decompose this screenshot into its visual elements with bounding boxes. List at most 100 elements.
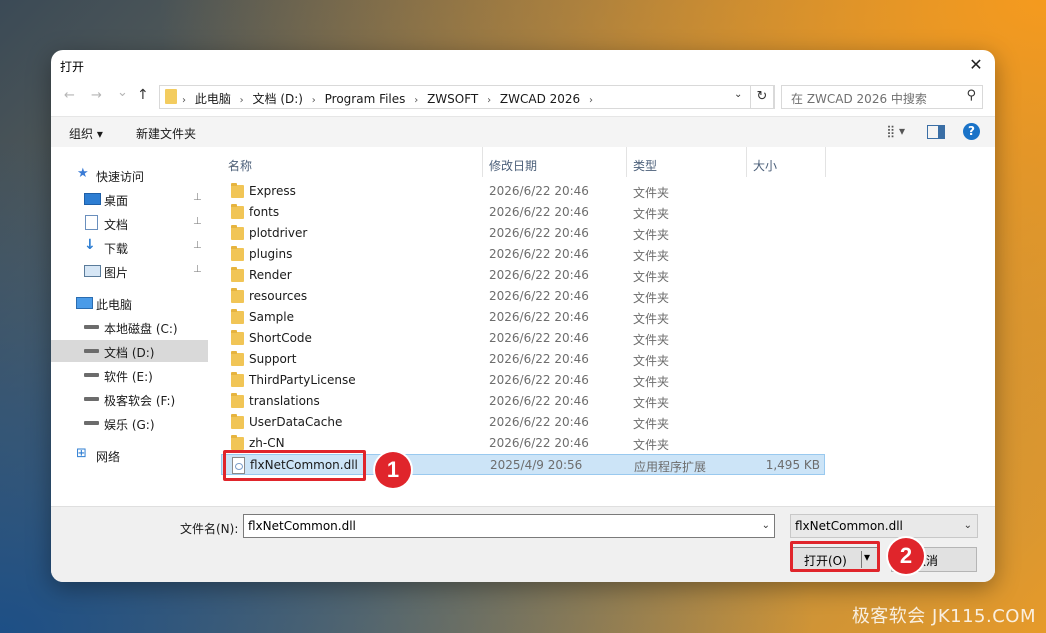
file-date: 2026/6/22 20:46 [489, 436, 589, 450]
drive-icon [84, 349, 99, 353]
back-icon[interactable]: ← [64, 88, 75, 103]
column-type-label: 类型 [633, 159, 658, 173]
table-row[interactable]: resources 2026/6/22 20:46 文件夹 [221, 286, 825, 307]
command-bar: 组织 ▾ 新建文件夹 ⣿ ▾ ? [51, 116, 995, 147]
folder-icon [231, 393, 244, 408]
address-dropdown-icon[interactable]: ⌄ [734, 89, 742, 100]
folder-icon [165, 89, 177, 104]
table-row[interactable]: fonts 2026/6/22 20:46 文件夹 [221, 202, 825, 223]
filetype-value: flxNetCommon.dll [795, 519, 903, 533]
pin-icon[interactable]: ⊥ [193, 264, 202, 275]
document-icon [85, 215, 98, 230]
search-icon: ⚲ [966, 88, 976, 103]
search-placeholder: 在 ZWCAD 2026 中搜索 [791, 92, 927, 106]
table-row[interactable]: Sample 2026/6/22 20:46 文件夹 [221, 307, 825, 328]
sidebar-item-drive-d[interactable]: 文档 (D:) [51, 340, 208, 362]
drive-icon [84, 397, 99, 401]
filetype-select[interactable]: flxNetCommon.dll ⌄ [790, 514, 978, 538]
file-type: 文件夹 [633, 207, 670, 221]
table-row[interactable]: translations 2026/6/22 20:46 文件夹 [221, 391, 825, 412]
forward-icon[interactable]: → [91, 88, 102, 103]
pin-icon[interactable]: ⊥ [193, 240, 202, 251]
callout-badge-2: 2 [888, 538, 924, 574]
callout-highlight-open [790, 541, 880, 572]
open-file-dialog: 打开 ✕ ← → ⌄ ↑ › 此电脑 › 文档 (D:) › Program F… [51, 50, 995, 582]
folder-icon [231, 435, 244, 450]
computer-icon [76, 297, 93, 309]
sidebar-item-drive-e[interactable]: 软件 (E:) [51, 364, 208, 386]
table-row[interactable]: Support 2026/6/22 20:46 文件夹 [221, 349, 825, 370]
pin-icon[interactable]: ⊥ [193, 216, 202, 227]
sidebar-item-desktop[interactable]: 桌面 ⊥ [51, 188, 208, 210]
sidebar-item-label: 网络 [96, 450, 121, 464]
network-icon: ⊞ [76, 446, 87, 461]
column-header-type[interactable]: 类型 [626, 147, 747, 177]
help-icon[interactable]: ? [963, 123, 980, 140]
address-bar[interactable]: › 此电脑 › 文档 (D:) › Program Files › ZWSOFT… [159, 85, 775, 109]
table-row[interactable]: UserDataCache 2026/6/22 20:46 文件夹 [221, 412, 825, 433]
file-date: 2026/6/22 20:46 [489, 184, 589, 198]
file-name: zh-CN [249, 436, 285, 450]
sidebar-item-this-pc[interactable]: 此电脑 [51, 292, 208, 314]
preview-pane-icon[interactable] [927, 125, 945, 139]
drive-icon [84, 373, 99, 377]
file-date: 2026/6/22 20:46 [489, 310, 589, 324]
file-type: 文件夹 [633, 333, 670, 347]
breadcrumb-separator: › [487, 95, 492, 106]
table-row[interactable]: plugins 2026/6/22 20:46 文件夹 [221, 244, 825, 265]
breadcrumb-this-pc[interactable]: 此电脑 [195, 92, 231, 106]
sidebar-item-network[interactable]: ⊞ 网络 [51, 444, 208, 466]
organize-menu[interactable]: 组织 ▾ [69, 125, 103, 142]
breadcrumb-program-files[interactable]: Program Files [325, 92, 406, 106]
sidebar-item-quick-access[interactable]: ★ 快速访问 [51, 164, 208, 186]
file-date: 2026/6/22 20:46 [489, 373, 589, 387]
file-date: 2026/6/22 20:46 [489, 268, 589, 282]
filename-label: 文件名(N): [180, 522, 239, 536]
column-header-modified[interactable]: 修改日期 [482, 147, 627, 177]
sidebar-item-documents[interactable]: 文档 ⊥ [51, 212, 208, 234]
table-row[interactable]: Render 2026/6/22 20:46 文件夹 [221, 265, 825, 286]
table-row[interactable]: plotdriver 2026/6/22 20:46 文件夹 [221, 223, 825, 244]
up-folder-icon[interactable]: ↑ [137, 87, 149, 103]
filename-input[interactable]: flxNetCommon.dll ⌄ [243, 514, 775, 538]
recent-locations-icon[interactable]: ⌄ [117, 85, 128, 100]
watermark: 极客软会 JK115.COM [851, 606, 1036, 627]
breadcrumb-zwcad-2026[interactable]: ZWCAD 2026 [500, 92, 580, 106]
file-date: 2025/4/9 20:56 [490, 458, 583, 472]
desktop-icon [84, 193, 101, 205]
folder-icon [231, 183, 244, 198]
table-row[interactable]: ShortCode 2026/6/22 20:46 文件夹 [221, 328, 825, 349]
sidebar-item-label: 文档 (D:) [104, 346, 155, 360]
file-name: translations [249, 394, 320, 408]
close-button[interactable]: ✕ [965, 55, 987, 75]
sidebar-item-label: 下载 [104, 242, 129, 256]
sidebar-item-label: 此电脑 [96, 298, 133, 312]
pictures-icon [84, 265, 101, 277]
new-folder-button[interactable]: 新建文件夹 [136, 125, 196, 142]
folder-icon [231, 309, 244, 324]
sidebar-item-downloads[interactable]: ↓ 下载 ⊥ [51, 236, 208, 258]
refresh-button[interactable]: ↻ [750, 85, 774, 109]
view-options-icon[interactable]: ⣿ ▾ [886, 124, 905, 138]
sidebar-item-drive-f[interactable]: 极客软会 (F:) [51, 388, 208, 410]
callout-highlight-file [223, 450, 366, 481]
file-type: 文件夹 [633, 291, 670, 305]
breadcrumb-drive-d[interactable]: 文档 (D:) [253, 92, 303, 106]
column-header-name[interactable]: 名称 ︿ [221, 147, 483, 177]
table-row[interactable]: ThirdPartyLicense 2026/6/22 20:46 文件夹 [221, 370, 825, 391]
sidebar-item-pictures[interactable]: 图片 ⊥ [51, 260, 208, 282]
search-input[interactable]: 在 ZWCAD 2026 中搜索 ⚲ [781, 85, 983, 109]
column-header-size[interactable]: 大小 [746, 147, 826, 177]
file-type: 文件夹 [633, 228, 670, 242]
file-type: 应用程序扩展 [634, 460, 707, 474]
table-row[interactable]: Express 2026/6/22 20:46 文件夹 [221, 181, 825, 202]
breadcrumb-zwsoft[interactable]: ZWSOFT [427, 92, 478, 106]
folder-icon [231, 204, 244, 219]
chevron-down-icon: ⌄ [963, 520, 972, 531]
sidebar-item-drive-c[interactable]: 本地磁盘 (C:) [51, 316, 208, 338]
chevron-down-icon[interactable]: ⌄ [762, 520, 770, 531]
sidebar-item-drive-g[interactable]: 娱乐 (G:) [51, 412, 208, 434]
file-size: 1,495 KB [765, 458, 820, 472]
pin-icon[interactable]: ⊥ [193, 192, 202, 203]
folder-icon [231, 288, 244, 303]
